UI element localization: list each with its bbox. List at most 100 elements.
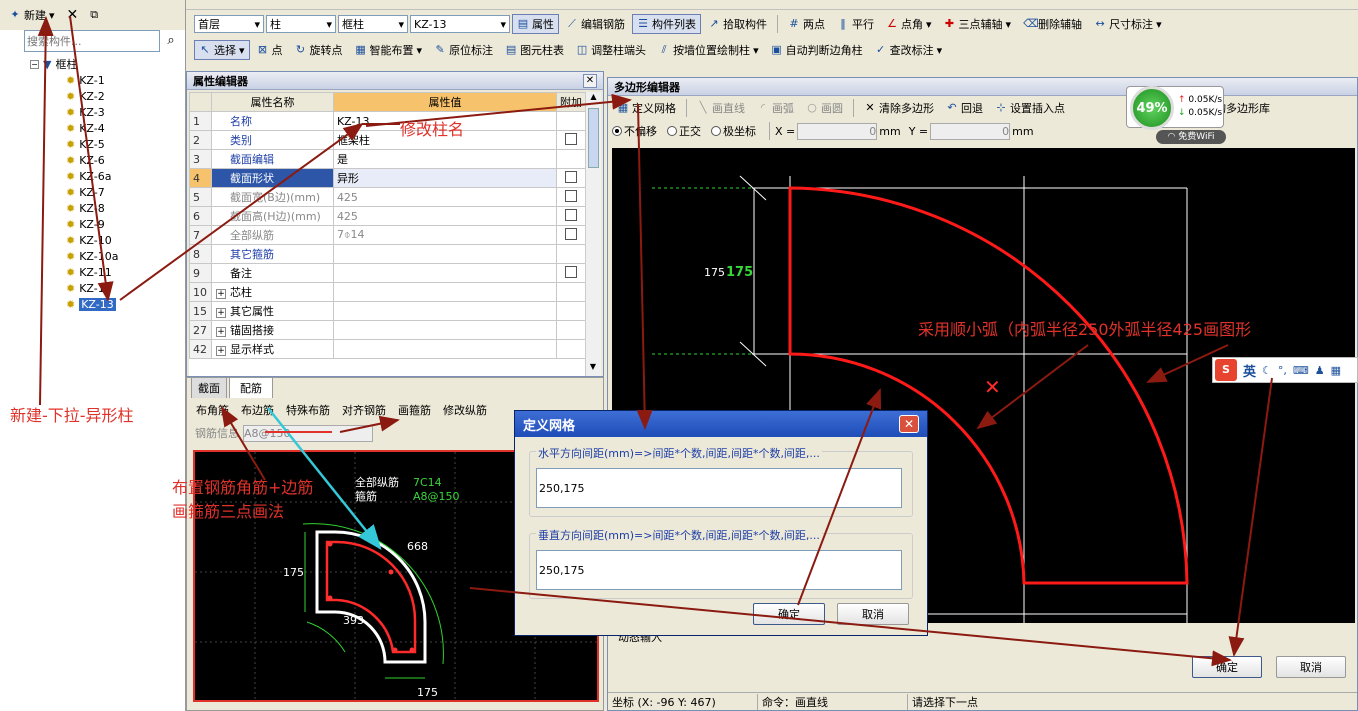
punct-icon[interactable]: °,: [1278, 364, 1287, 377]
search-input[interactable]: [24, 30, 160, 52]
search-icon[interactable]: ⌕: [160, 30, 182, 52]
close-icon[interactable]: ✕: [583, 73, 597, 88]
rebar-info-input[interactable]: [243, 424, 373, 442]
component-list-button[interactable]: ☰ 构件列表: [632, 14, 701, 34]
auto-corner-button[interactable]: ▣ 自动判断边角柱: [766, 40, 868, 60]
tree-item[interactable]: ✹ KZ-9: [30, 216, 186, 232]
ime-toolbar[interactable]: S 英 ☾ °, ⌨ ♟ ▦: [1212, 357, 1358, 383]
property-row[interactable]: 4 截面形状 异形: [189, 168, 587, 188]
check-mark-button[interactable]: ✓ 查改标注 ▾: [870, 40, 948, 60]
property-row[interactable]: 7 全部纵筋 7⌽14: [189, 225, 587, 245]
scroll-up-icon[interactable]: ▲: [586, 92, 601, 106]
set-insert-point-button[interactable]: ⊹ 设置插入点: [990, 98, 1070, 118]
clear-polygon-button[interactable]: ✕ 清除多边形: [859, 98, 939, 118]
property-value[interactable]: 7⌽14: [332, 225, 557, 245]
property-value[interactable]: 异形: [332, 168, 557, 188]
parallel-button[interactable]: ‖ 平行: [832, 14, 879, 34]
property-row[interactable]: 27 + 锚固搭接: [189, 320, 587, 340]
h-spacing-input[interactable]: [536, 468, 902, 508]
poly-cancel-button[interactable]: 取消: [1276, 656, 1346, 678]
tree-item[interactable]: ✹ KZ-10a: [30, 248, 186, 264]
network-widget[interactable]: 49% ↑ 0.05K/s ↓ 0.05K/s ◠ 免费WiFi: [1126, 84, 1226, 146]
extra-checkbox[interactable]: [565, 132, 578, 145]
x-input[interactable]: [797, 122, 878, 140]
tree-item[interactable]: ✹ KZ-3: [30, 104, 186, 120]
wall-draw-button[interactable]: ⫽ 按墙位置绘制柱 ▾: [653, 40, 764, 60]
tab-section[interactable]: 截面: [191, 377, 227, 398]
extra-checkbox[interactable]: [565, 189, 578, 202]
point-button[interactable]: ⊠ 点: [252, 40, 288, 60]
radio-no-offset[interactable]: [612, 126, 622, 136]
extra-checkbox[interactable]: [565, 265, 578, 278]
radio-polar[interactable]: [711, 126, 721, 136]
expand-icon[interactable]: +: [215, 346, 226, 356]
floor-select[interactable]: 首层 ▾: [194, 15, 264, 33]
special-rebar-button[interactable]: 特殊布筋: [281, 400, 335, 420]
tree-item[interactable]: ✹ KZ-2: [30, 88, 186, 104]
pick-component-button[interactable]: ↗ 拾取构件: [703, 14, 772, 34]
subtype-select[interactable]: 框柱 ▾: [338, 15, 408, 33]
ime-mode[interactable]: 英: [1243, 361, 1256, 380]
draw-arc-button[interactable]: ◜ 画弧: [752, 98, 799, 118]
property-value[interactable]: [332, 339, 557, 359]
two-points-button[interactable]: # 两点: [783, 14, 830, 34]
new-button[interactable]: ✦ 新建 ▾: [4, 5, 60, 25]
undo-button[interactable]: ↶ 回退: [941, 98, 988, 118]
property-value[interactable]: [332, 282, 557, 302]
edit-rebar-button[interactable]: ⟋ 编辑钢筋: [561, 14, 630, 34]
property-row[interactable]: 10 + 芯柱: [189, 282, 587, 302]
draw-line-button[interactable]: ╲ 画直线: [692, 98, 750, 118]
property-row[interactable]: 3 截面编辑是: [189, 149, 587, 169]
edge-rebar-button[interactable]: 布边筋: [236, 400, 279, 420]
align-rebar-button[interactable]: 对齐钢筋: [337, 400, 391, 420]
poly-ok-button[interactable]: 确定: [1192, 656, 1262, 678]
property-row[interactable]: 15 + 其它属性: [189, 301, 587, 321]
extra-checkbox[interactable]: [565, 208, 578, 221]
extra-checkbox[interactable]: [565, 227, 578, 240]
property-value[interactable]: [332, 244, 557, 264]
property-value[interactable]: [332, 320, 557, 340]
y-input[interactable]: [930, 122, 1011, 140]
tree-item[interactable]: ✹ KZ-1: [30, 72, 186, 88]
property-value[interactable]: [332, 301, 557, 321]
property-row[interactable]: 6 截面高(H边)(mm) 425: [189, 206, 587, 226]
three-point-axis-button[interactable]: ✚ 三点辅轴 ▾: [939, 14, 1017, 34]
tree-item[interactable]: ✹ KZ-4: [30, 120, 186, 136]
smart-layout-button[interactable]: ▦ 智能布置 ▾: [350, 40, 428, 60]
attribute-button[interactable]: ▤ 属性: [512, 14, 559, 34]
property-row[interactable]: 5 截面宽(B边)(mm) 425: [189, 187, 587, 207]
property-row[interactable]: 8 其它箍筋: [189, 244, 587, 264]
close-icon[interactable]: ✕: [899, 415, 919, 433]
grid-cancel-button[interactable]: 取消: [837, 603, 909, 625]
keyboard-icon[interactable]: ⌨: [1293, 364, 1309, 377]
v-spacing-input[interactable]: [536, 550, 902, 590]
property-value[interactable]: 425: [332, 206, 557, 226]
grid-menu-icon[interactable]: ▦: [1331, 364, 1341, 377]
component-select[interactable]: KZ-13 ▾: [410, 15, 510, 33]
property-value[interactable]: 425: [332, 187, 557, 207]
expand-icon[interactable]: +: [215, 289, 226, 299]
tree-root[interactable]: − ▼ 框柱: [30, 56, 186, 72]
property-value[interactable]: [332, 263, 557, 283]
select-button[interactable]: ↖ 选择 ▾: [194, 40, 250, 60]
modify-rebar-button[interactable]: 修改纵筋: [438, 400, 492, 420]
tree-item[interactable]: ✹ KZ-6: [30, 152, 186, 168]
delete-icon[interactable]: ✕: [62, 5, 84, 25]
tree-item[interactable]: ✹ KZ-11: [30, 264, 186, 280]
type-select[interactable]: 柱 ▾: [266, 15, 336, 33]
tree-item[interactable]: ✹ KZ-8: [30, 200, 186, 216]
origin-mark-button[interactable]: ✎ 原位标注: [429, 40, 498, 60]
grid-ok-button[interactable]: 确定: [753, 603, 825, 625]
rotate-point-button[interactable]: ↻ 旋转点: [290, 40, 348, 60]
tree-item[interactable]: ✹ KZ-10: [30, 232, 186, 248]
property-row[interactable]: 2 类别 框架柱: [189, 130, 587, 150]
property-scrollbar[interactable]: ▲ ▼: [585, 92, 601, 376]
radio-orthogonal[interactable]: [667, 126, 677, 136]
tab-rebar[interactable]: 配筋: [229, 377, 273, 398]
tree-item[interactable]: ✹ KZ-13: [30, 296, 186, 312]
draw-circle-button[interactable]: ○ 画圆: [801, 98, 848, 118]
property-row[interactable]: 42 + 显示样式: [189, 339, 587, 359]
scroll-down-icon[interactable]: ▼: [586, 362, 600, 376]
user-icon[interactable]: ♟: [1315, 364, 1325, 377]
tree-item[interactable]: ✹ KZ-7: [30, 184, 186, 200]
